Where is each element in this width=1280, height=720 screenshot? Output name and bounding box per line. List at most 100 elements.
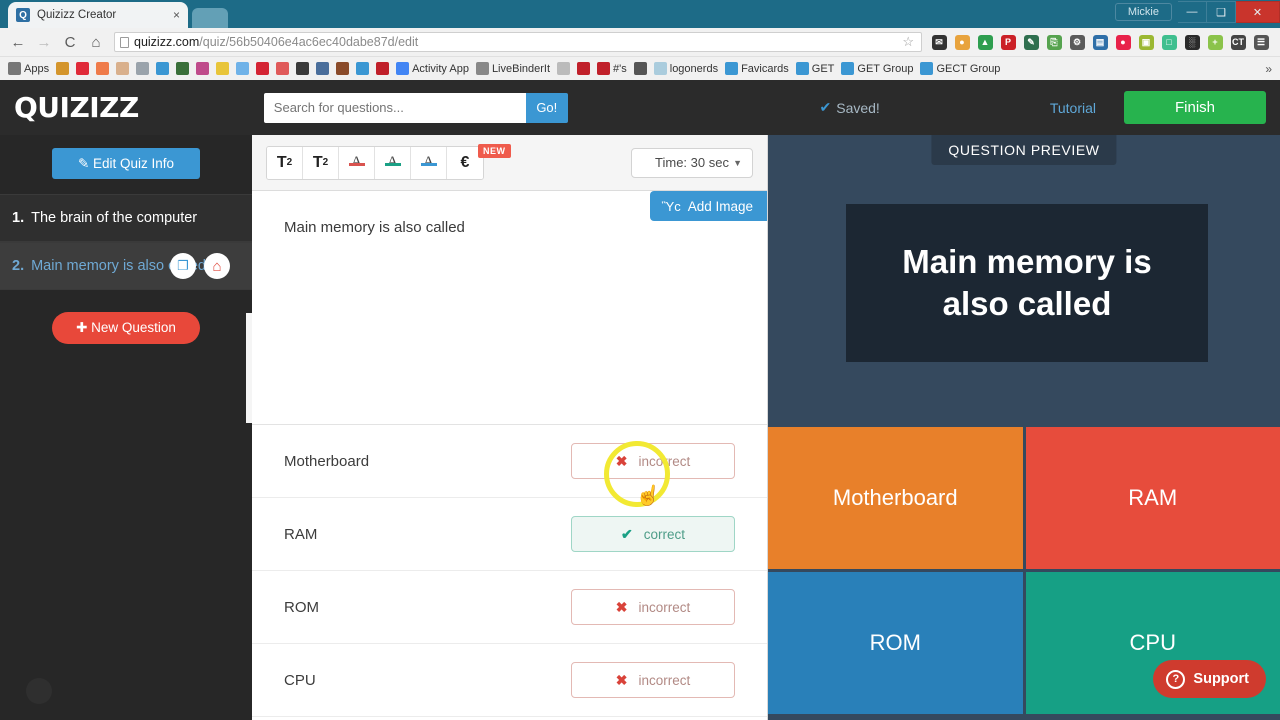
film-icon[interactable]: ░ [1181,31,1203,53]
menu-icon[interactable]: ☰ [1250,31,1272,53]
book-icon[interactable]: ▤ [1089,31,1111,53]
answer-correct-toggle[interactable]: ✔ correct [571,516,735,552]
bookmark-item[interactable] [234,62,251,75]
maximize-button[interactable]: ❑ [1207,1,1236,23]
time-select[interactable]: Time: 30 sec ▼ [631,147,753,178]
finish-button[interactable]: Finish [1124,91,1266,124]
screencast-icon[interactable]: ⎘ [1043,31,1065,53]
answer-row[interactable]: Motherboard ✖ incorrect ☝ [252,425,767,509]
bookmark-item[interactable] [134,62,151,75]
back-icon[interactable]: ← [6,30,30,54]
answer-text[interactable]: CPU [284,672,316,689]
bookmark-item[interactable] [254,62,271,75]
pinterest-icon[interactable]: P [997,31,1019,53]
search-go-button[interactable]: Go! [525,92,568,123]
search-input[interactable] [263,92,526,123]
bookmark-item-get[interactable]: GET [794,62,837,75]
bookmark-item[interactable] [575,62,592,75]
duplicate-question-icon[interactable]: ❐ [170,253,196,279]
bookmark-item-apps[interactable]: Apps [6,62,51,75]
icon-glyph: ● [1115,34,1131,50]
bookmark-item[interactable] [94,62,111,75]
text-color-red-button[interactable]: A [339,146,375,179]
address-bar[interactable]: quizizz.com/quiz/56b50406e4ac6ec40dabe87… [114,32,922,52]
bookmark-item[interactable] [54,62,71,75]
google-drive-icon[interactable]: ▲ [974,31,996,53]
minimize-button[interactable]: — [1178,1,1207,23]
bookmark-item-livebinderit[interactable]: LiveBinderIt [474,62,552,75]
add-image-button[interactable]: Ὓc Add Image [649,191,767,221]
reload-icon[interactable]: C [58,30,82,54]
bookmark-item[interactable] [74,62,91,75]
bookmark-item[interactable] [334,62,351,75]
subscript-button[interactable]: T2 [303,146,339,179]
lamp-icon[interactable]: ⚙ [1066,31,1088,53]
bookmark-item-favicards[interactable]: Favicards [723,62,791,75]
bookmark-item[interactable] [354,62,371,75]
answer-row[interactable]: CPU ✖ incorrect [252,644,767,717]
preview-tile-rom[interactable]: ROM [768,572,1023,714]
tutorial-link[interactable]: Tutorial [1050,100,1096,116]
bookmark-item[interactable] [632,62,649,75]
bookmark-item[interactable] [274,62,291,75]
bookmarks-overflow-icon[interactable]: » [1265,62,1274,76]
bookmark-item-get-group[interactable]: GET Group [839,62,915,75]
eyedropper-icon[interactable]: ✎ [1020,31,1042,53]
browser-tab[interactable]: Q Quizizz Creator × [8,2,188,28]
bookmark-item-logonerds[interactable]: logonerds [652,62,720,75]
record-icon[interactable]: ● [1112,31,1134,53]
icon-glyph: + [1207,34,1223,50]
bookmark-item[interactable] [294,62,311,75]
bookmark-item[interactable] [174,62,191,75]
check-icon: ✔ [819,99,832,115]
bookmark-item[interactable] [154,62,171,75]
answer-text[interactable]: RAM [284,526,317,543]
forward-icon[interactable]: → [32,30,56,54]
preview-tile-motherboard[interactable]: Motherboard [768,427,1023,569]
answer-text[interactable]: ROM [284,599,319,616]
bookmark-item-activity-app[interactable]: Activity App [394,62,471,75]
bookmark-item[interactable] [194,62,211,75]
preview-tile-ram[interactable]: RAM [1025,427,1280,569]
answer-incorrect-toggle[interactable]: ✖ incorrect [571,589,735,625]
answer-row[interactable]: RAM ✔ correct [252,498,767,571]
monkey-icon[interactable]: ● [951,31,973,53]
text-color-green-button[interactable]: A [375,146,411,179]
bookmark-item[interactable] [374,62,391,75]
edit-quiz-info-button[interactable]: ✎ Edit Quiz Info [52,148,200,179]
profile-chip[interactable]: Mickie [1114,3,1172,21]
superscript-button[interactable]: T2 [267,146,303,179]
chat-icon[interactable]: □ [1158,31,1180,53]
contacts-icon[interactable]: ▣ [1135,31,1157,53]
new-tab-button[interactable] [192,8,228,28]
sidebar-question-2[interactable]: 2. Main memory is also called ❐ ⌂ [0,242,252,290]
question-text[interactable]: Main memory is also called [284,219,465,236]
support-button[interactable]: ? Support [1153,660,1266,698]
bookmark-item[interactable] [555,62,572,75]
bookmark-item[interactable] [314,62,331,75]
text-color-blue-button[interactable]: A [411,146,447,179]
url-text: quizizz.com/quiz/56b50406e4ac6ec40dabe87… [134,35,418,49]
bookmark-star-icon[interactable]: ☆ [902,34,916,50]
bookmark-item[interactable] [214,62,231,75]
home-icon[interactable]: ⌂ [84,30,108,54]
answer-incorrect-toggle[interactable]: ✖ incorrect [571,443,735,479]
ct-icon[interactable]: CT [1227,31,1249,53]
anchor-icon [577,62,591,75]
sidebar-question-1[interactable]: 1. The brain of the computer [0,194,252,242]
answer-text[interactable]: Motherboard [284,453,369,470]
delete-question-icon[interactable]: ⌂ [204,253,230,279]
question-text-area[interactable]: Main memory is also called Ὓc Add Image [252,191,767,425]
new-question-button[interactable]: ✚ New Question [52,312,200,344]
dnd-mail-icon[interactable]: ✉ [928,31,950,53]
bookmark-item--s[interactable]: #'s [595,62,629,75]
bookmark-item-gect-group[interactable]: GECT Group [918,62,1002,75]
answer-incorrect-toggle[interactable]: ✖ incorrect [571,662,735,698]
close-window-button[interactable]: ✕ [1236,1,1280,23]
bookmark-item[interactable] [114,62,131,75]
plus-circle-icon[interactable]: + [1204,31,1226,53]
answer-row[interactable]: ROM ✖ incorrect [252,571,767,644]
preview-tile-label: Motherboard [832,485,958,510]
close-tab-icon[interactable]: × [173,9,180,21]
support-label: Support [1193,671,1249,687]
